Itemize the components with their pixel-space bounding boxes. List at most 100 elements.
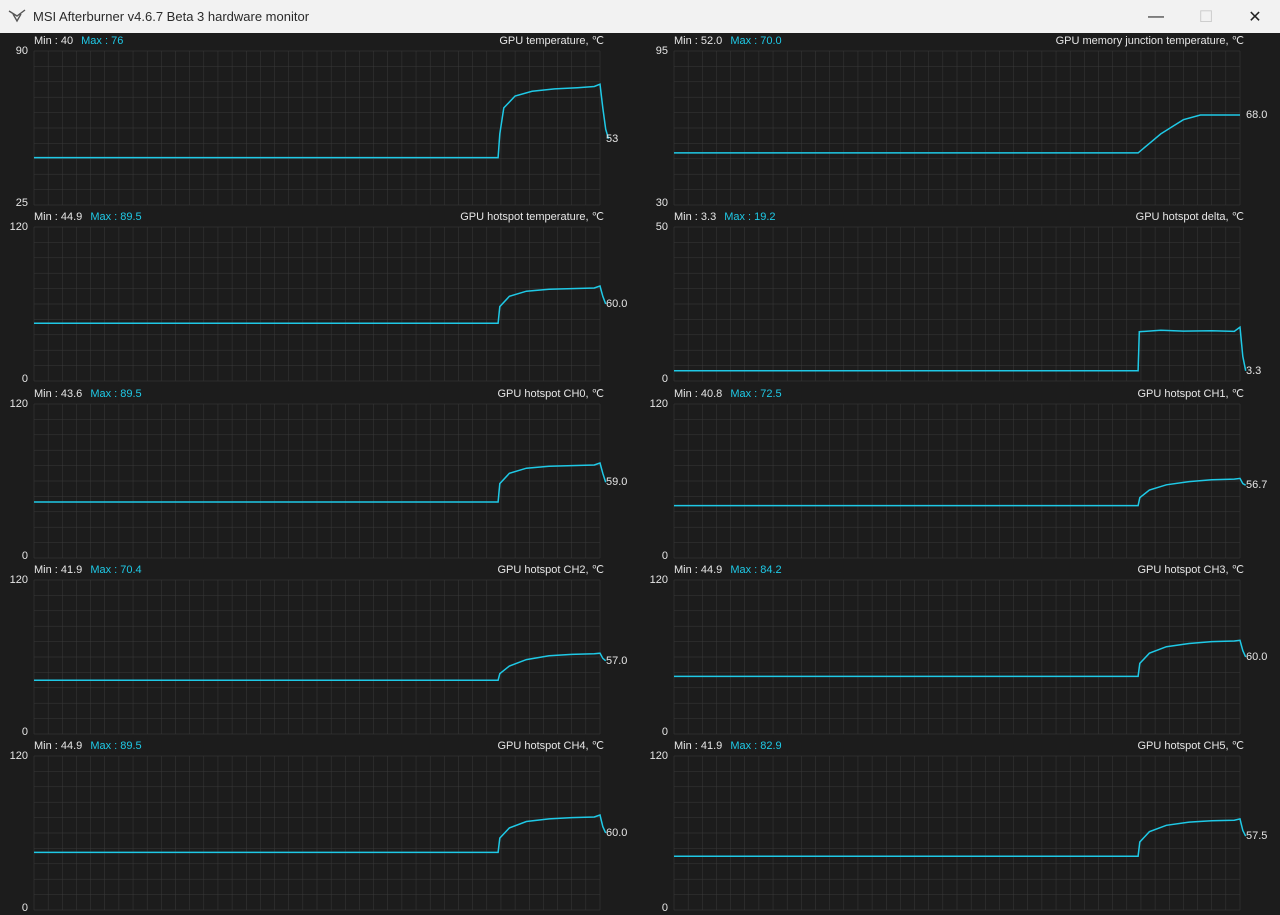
- graph-panel[interactable]: Min : 43.6 Max : 89.5 GPU hotspot CH0, ℃ 12…: [0, 386, 640, 563]
- max-value: Max : 19.2: [724, 211, 776, 223]
- y-axis-max: 120: [9, 398, 28, 410]
- grid: [673, 50, 1241, 206]
- max-value: Max : 89.5: [90, 388, 142, 400]
- grid: [33, 226, 601, 382]
- min-value: Min : 40: [34, 35, 74, 47]
- grid: [673, 579, 1241, 735]
- window-title: MSI Afterburner v4.6.7 Beta 3 hardware m…: [33, 9, 310, 24]
- afterburner-plane-icon: [8, 9, 26, 23]
- min-value: Min : 43.6: [34, 388, 83, 400]
- title-bar: MSI Afterburner v4.6.7 Beta 3 hardware m…: [0, 0, 1280, 33]
- graph-panel[interactable]: Min : 44.9 Max : 89.5 GPU hotspot temperat…: [0, 209, 640, 386]
- max-value: Max : 82.9: [730, 740, 782, 752]
- maximize-button[interactable]: ☐: [1183, 0, 1229, 33]
- min-value: Min : 44.9: [34, 740, 83, 752]
- current-value: 60.0: [1246, 651, 1268, 663]
- current-value: 3.3: [1246, 364, 1262, 377]
- series-line: [674, 477, 1247, 507]
- graph-canvas: [33, 755, 607, 911]
- grid: [673, 755, 1241, 911]
- current-value: 59.0: [606, 476, 628, 489]
- maximize-icon: ☐: [1198, 8, 1214, 26]
- min-max-label: Min : 52.0 Max : 70.0: [674, 35, 782, 48]
- min-value: Min : 3.3: [674, 211, 717, 223]
- graph-panel[interactable]: Min : 52.0 Max : 70.0 GPU memory junction …: [640, 33, 1280, 210]
- y-axis-max: 120: [649, 750, 668, 762]
- min-value: Min : 44.9: [674, 564, 723, 576]
- graph-panel[interactable]: Min : 3.3 Max : 19.2 GPU hotspot delta, ℃ 5…: [640, 209, 1280, 386]
- y-axis-min: 0: [661, 902, 668, 914]
- graph-title: GPU temperature, ℃: [499, 35, 604, 47]
- max-value: Max : 72.5: [730, 388, 782, 400]
- graph-canvas: [33, 403, 607, 559]
- current-value: 53: [606, 132, 619, 145]
- close-button[interactable]: ✕: [1232, 0, 1278, 33]
- graph-title: GPU hotspot CH0, ℃: [497, 388, 604, 400]
- y-axis-max: 120: [9, 574, 28, 586]
- min-max-label: Min : 41.9 Max : 70.4: [34, 564, 142, 577]
- grid: [673, 226, 1241, 382]
- grid: [33, 755, 601, 911]
- max-value: Max : 89.5: [90, 211, 142, 223]
- y-axis-max: 120: [9, 750, 28, 762]
- graph-canvas: [673, 403, 1247, 559]
- y-axis-min: 0: [21, 902, 28, 914]
- y-axis-max: 120: [649, 574, 668, 586]
- graph-canvas: [33, 579, 607, 735]
- minimize-button[interactable]: —: [1133, 0, 1179, 33]
- grid: [673, 403, 1241, 559]
- graph-panel[interactable]: Min : 44.9 Max : 89.5 GPU hotspot CH4, ℃ 12…: [0, 738, 640, 915]
- min-value: Min : 40.8: [674, 388, 723, 400]
- current-value: 68.0: [1246, 108, 1268, 121]
- series-line: [34, 83, 610, 159]
- min-value: Min : 41.9: [34, 564, 83, 576]
- graph-panel[interactable]: Min : 41.9 Max : 70.4 GPU hotspot CH2, ℃ 12…: [0, 562, 640, 739]
- y-axis-max: 95: [655, 45, 668, 57]
- series-line: [34, 285, 607, 325]
- max-value: Max : 89.5: [90, 740, 142, 752]
- graph-panel[interactable]: Min : 40.8 Max : 72.5 GPU hotspot CH1, ℃ 12…: [640, 386, 1280, 563]
- min-max-label: Min : 3.3 Max : 19.2: [674, 211, 776, 224]
- min-max-label: Min : 43.6 Max : 89.5: [34, 388, 142, 401]
- series-line: [34, 814, 607, 854]
- graph-canvas: [673, 50, 1241, 206]
- current-value: 60.0: [606, 298, 628, 310]
- min-max-label: Min : 41.9 Max : 82.9: [674, 740, 782, 753]
- min-max-label: Min : 44.9 Max : 89.5: [34, 740, 142, 753]
- minimize-icon: —: [1148, 7, 1164, 25]
- graph-canvas: [33, 226, 607, 382]
- graph-canvas: [673, 755, 1247, 911]
- min-max-label: Min : 44.9 Max : 84.2: [674, 564, 782, 577]
- graph-title: GPU hotspot temperature, ℃: [460, 211, 604, 223]
- y-axis-max: 120: [649, 398, 668, 410]
- graph-title: GPU hotspot CH1, ℃: [1137, 388, 1244, 400]
- min-max-label: Min : 40.8 Max : 72.5: [674, 388, 782, 401]
- graph-canvas: [673, 226, 1247, 382]
- current-value: 57.5: [1246, 830, 1268, 843]
- grid: [33, 403, 601, 559]
- graph-panel[interactable]: Min : 40 Max : 76 GPU temperature, ℃ 90 25 53: [0, 33, 640, 210]
- graph-title: GPU hotspot CH5, ℃: [1137, 740, 1244, 752]
- y-axis-min: 0: [21, 373, 28, 385]
- graph-canvas: [33, 50, 610, 206]
- grid: [33, 50, 601, 206]
- min-max-label: Min : 44.9 Max : 89.5: [34, 211, 142, 224]
- current-value: 60.0: [606, 827, 628, 839]
- graph-panel[interactable]: Min : 44.9 Max : 84.2 GPU hotspot CH3, ℃ 12…: [640, 562, 1280, 739]
- current-value: 56.7: [1246, 479, 1268, 492]
- graph-title: GPU hotspot delta, ℃: [1135, 211, 1244, 223]
- graph-canvas: [673, 579, 1247, 735]
- series-line: [34, 462, 607, 503]
- graph-title: GPU hotspot CH4, ℃: [497, 740, 604, 752]
- series-line: [674, 325, 1247, 372]
- series-line: [674, 818, 1247, 857]
- graph-title: GPU hotspot CH2, ℃: [497, 564, 604, 576]
- grid: [33, 579, 601, 735]
- min-value: Min : 52.0: [674, 35, 723, 47]
- y-axis-max: 120: [9, 221, 28, 233]
- y-axis-max: 50: [655, 221, 668, 233]
- graph-panel[interactable]: Min : 41.9 Max : 82.9 GPU hotspot CH5, ℃ 12…: [640, 738, 1280, 915]
- close-icon: ✕: [1248, 8, 1262, 26]
- graph-title: GPU hotspot CH3, ℃: [1137, 564, 1244, 576]
- min-value: Min : 44.9: [34, 211, 83, 223]
